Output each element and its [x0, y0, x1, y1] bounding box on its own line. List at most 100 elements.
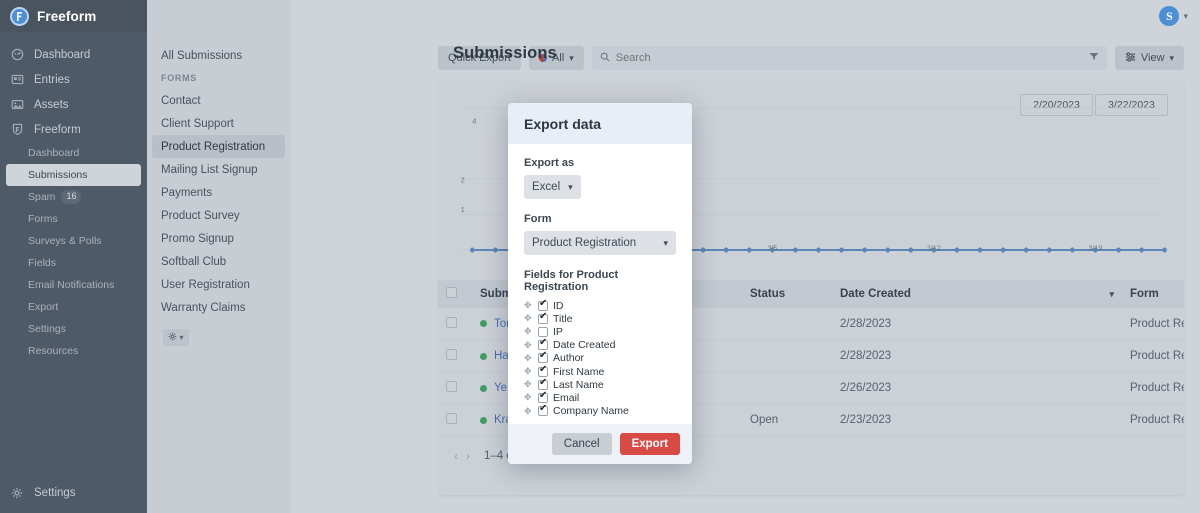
view-button[interactable]: View ▾ — [1114, 46, 1184, 70]
chevron-down-icon: ▾ — [179, 333, 184, 342]
sidebar-item-email-notifications[interactable]: Email Notifications — [0, 274, 147, 296]
sidebar-item-client-support[interactable]: Client Support — [147, 112, 290, 135]
field-checkbox[interactable] — [538, 404, 548, 417]
sidebar-item-promo-signup[interactable]: Promo Signup — [147, 227, 290, 250]
modal-body: Export as Excel ▾ Form Product Registrat… — [508, 144, 692, 424]
drag-handle-icon[interactable]: ✥ — [524, 326, 533, 337]
row-checkbox[interactable] — [446, 349, 457, 360]
sub-nav-label: Contact — [161, 94, 201, 107]
search-icon — [600, 52, 610, 65]
field-checkbox[interactable] — [538, 326, 548, 337]
chevron-down-icon: ▾ — [1109, 288, 1114, 299]
export-as-label: Export as — [524, 157, 575, 169]
field-row-title[interactable]: ✥ Title — [524, 312, 676, 325]
drag-handle-icon[interactable]: ✥ — [524, 353, 533, 364]
nav-item-dashboard[interactable]: Dashboard — [0, 42, 147, 67]
brand-title: Freeform — [37, 8, 97, 24]
sub-nav-label: All Submissions — [161, 49, 243, 62]
search-input[interactable] — [615, 52, 1099, 64]
drag-handle-icon[interactable]: ✥ — [524, 340, 533, 351]
sidebar-item-settings[interactable]: Settings — [0, 318, 147, 340]
prev-page-button[interactable]: ‹ — [454, 449, 458, 463]
drag-handle-icon[interactable]: ✥ — [524, 392, 533, 403]
field-checkbox[interactable] — [538, 365, 548, 377]
drag-handle-icon[interactable]: ✥ — [524, 366, 533, 377]
field-row-company-name[interactable]: ✥ Company Name — [524, 404, 676, 418]
next-page-button[interactable]: › — [466, 449, 470, 463]
fields-list: ✥ ID ✥ Title ✥ IP ✥ — [524, 299, 676, 418]
field-row-author[interactable]: ✥ Author — [524, 351, 676, 365]
nav-item-entries[interactable]: Entries — [0, 67, 147, 92]
field-checkbox[interactable] — [538, 299, 548, 311]
sub-label: Export — [28, 301, 59, 313]
drag-handle-icon[interactable]: ✥ — [524, 379, 533, 390]
row-checkbox-cell[interactable] — [438, 372, 472, 405]
column-header-date-created[interactable]: Date Created — [832, 280, 962, 308]
column-sort-caret[interactable]: ▾ — [962, 280, 1122, 308]
global-sidebar: Freeform Dashboard Entries Assets Freefo… — [0, 0, 147, 513]
export-as-select[interactable]: Excel ▾ — [524, 175, 581, 199]
sidebar-item-fields[interactable]: Fields — [0, 252, 147, 274]
drag-handle-icon[interactable]: ✥ — [524, 313, 533, 324]
select-all-header[interactable] — [438, 280, 472, 308]
form-select[interactable]: Product Registration ▾ — [524, 231, 676, 255]
sub-nav-label: Mailing List Signup — [161, 163, 258, 176]
sidebar-item-product-survey[interactable]: Product Survey — [147, 204, 290, 227]
sub-label: Spam — [28, 191, 56, 203]
brand-header[interactable]: Freeform — [0, 0, 147, 32]
column-header-status[interactable]: Status — [742, 280, 832, 308]
search-box[interactable] — [591, 46, 1107, 70]
field-label: Date Created — [553, 339, 616, 352]
nav-item-freeform[interactable]: Freeform — [0, 117, 147, 142]
sidebar-item-all-submissions[interactable]: All Submissions — [147, 44, 290, 67]
sidebar-item-user-registration[interactable]: User Registration — [147, 273, 290, 296]
nav-item-settings[interactable]: Settings — [0, 480, 147, 505]
field-checkbox[interactable] — [538, 312, 548, 324]
gauge-icon — [10, 48, 24, 62]
global-nav-items: Dashboard Entries Assets Freeform Dashbo… — [0, 32, 147, 362]
sidebar-item-resources[interactable]: Resources — [0, 340, 147, 362]
field-checkbox[interactable] — [538, 391, 548, 403]
sidebar-item-mailing-list-signup[interactable]: Mailing List Signup — [147, 158, 290, 181]
field-checkbox[interactable] — [538, 378, 548, 390]
chevron-down-icon[interactable]: ▾ — [1183, 11, 1188, 22]
row-checkbox[interactable] — [446, 316, 457, 328]
field-label: First Name — [553, 365, 605, 378]
sidebar-item-surveys-polls[interactable]: Surveys & Polls — [0, 230, 147, 252]
freeform-logo-icon — [10, 6, 29, 26]
cancel-button[interactable]: Cancel — [551, 432, 612, 455]
sidebar-item-submissions[interactable]: Submissions — [6, 164, 141, 186]
avatar[interactable]: S — [1159, 6, 1180, 26]
drag-handle-icon[interactable]: ✥ — [524, 300, 533, 311]
row-checkbox[interactable] — [446, 381, 457, 392]
sidebar-item-warranty-claims[interactable]: Warranty Claims — [147, 296, 290, 319]
sidebar-item-dashboard[interactable]: Dashboard — [0, 142, 147, 164]
filter-icon[interactable] — [1089, 52, 1099, 64]
field-checkbox[interactable] — [538, 351, 548, 364]
field-label: Title — [553, 312, 573, 325]
row-checkbox[interactable] — [446, 413, 457, 424]
sidebar-item-forms[interactable]: Forms — [0, 208, 147, 230]
row-checkbox-cell[interactable] — [438, 308, 472, 341]
sidebar-item-payments[interactable]: Payments — [147, 181, 290, 204]
export-button[interactable]: Export — [619, 432, 680, 455]
sub-nav-label: Client Support — [161, 117, 234, 130]
field-checkbox[interactable] — [538, 338, 548, 351]
select-all-checkbox[interactable] — [446, 287, 457, 298]
forms-settings-button[interactable]: ▾ — [163, 329, 189, 346]
sidebar-item-softball-club[interactable]: Softball Club — [147, 250, 290, 273]
sidebar-item-product-registration[interactable]: Product Registration — [152, 135, 285, 158]
cell-spacer — [962, 404, 1122, 437]
nav-item-assets[interactable]: Assets — [0, 92, 147, 117]
cell-status — [742, 340, 832, 373]
row-checkbox-cell[interactable] — [438, 340, 472, 373]
drag-handle-icon[interactable]: ✥ — [524, 406, 533, 417]
sidebar-item-contact[interactable]: Contact — [147, 89, 290, 112]
sidebar-item-export[interactable]: Export — [0, 296, 147, 318]
column-header-form[interactable]: Form Email — [1122, 280, 1184, 308]
row-checkbox-cell[interactable] — [438, 404, 472, 437]
cell-form-email: Product Registration k.karen@kmail.net — [1122, 404, 1184, 437]
column-header-label: Date Created — [840, 288, 911, 300]
sidebar-item-spam[interactable]: Spam 16 — [0, 186, 147, 208]
